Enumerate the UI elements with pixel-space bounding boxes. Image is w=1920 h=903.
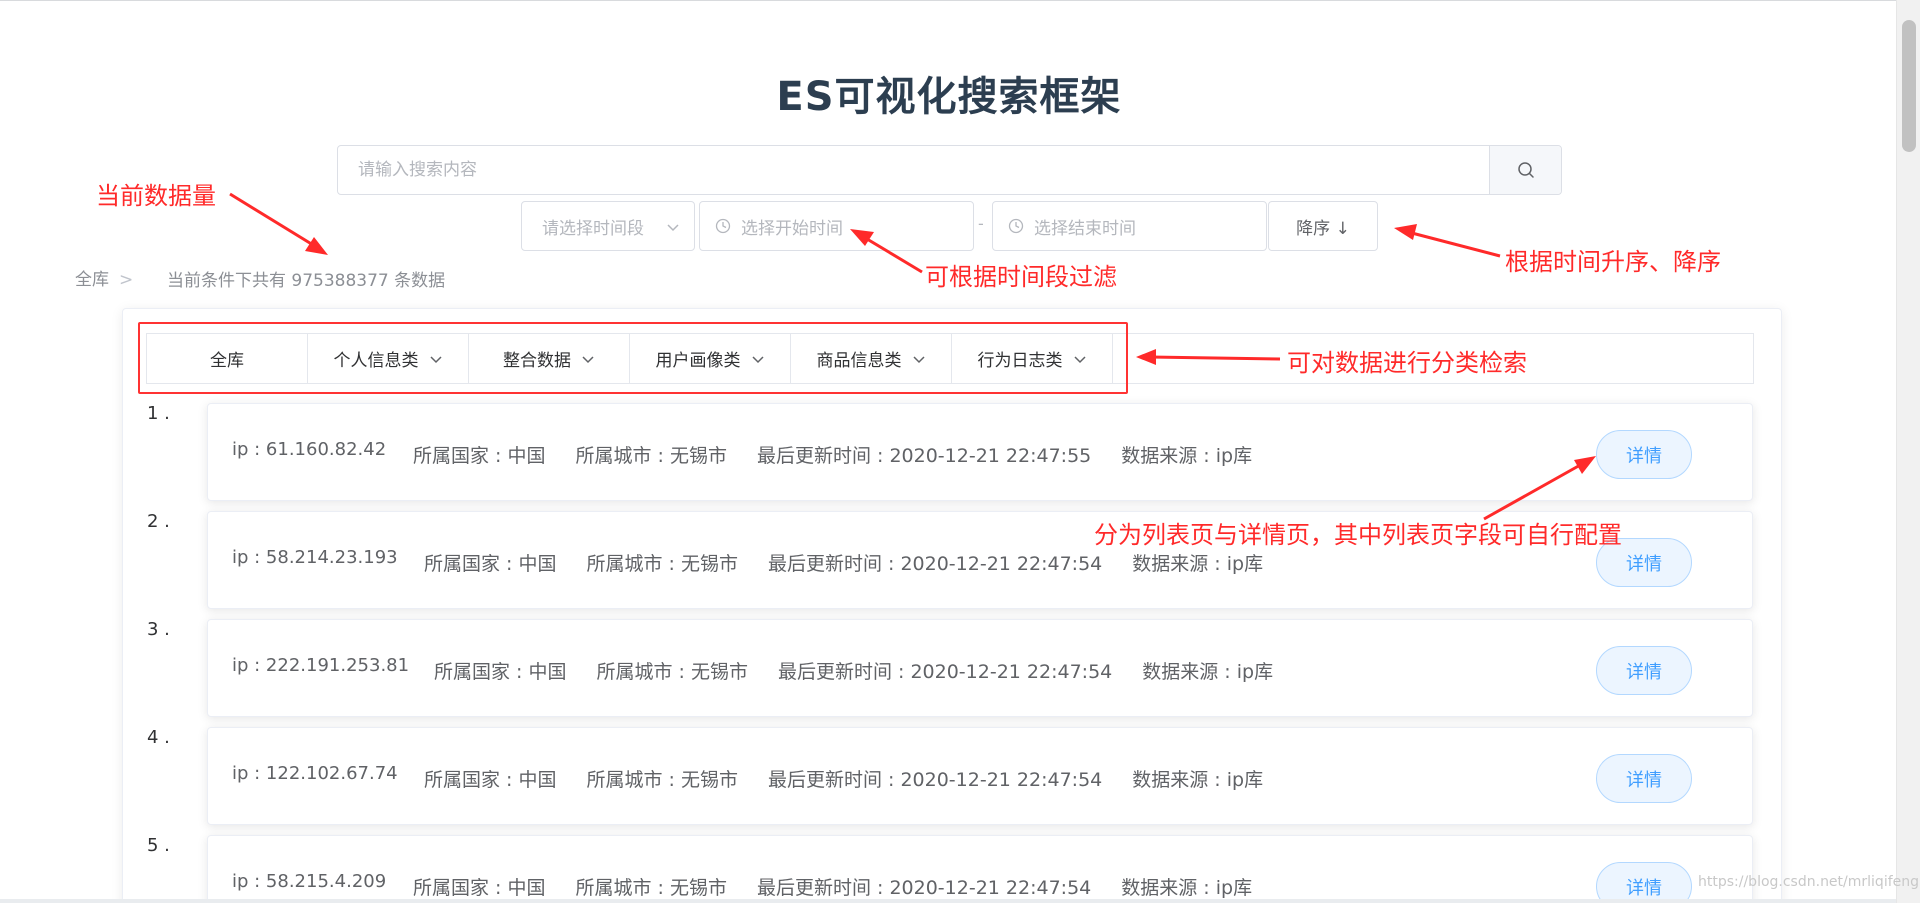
result-city: 所属城市 : 无锡市 — [575, 445, 727, 467]
detail-button[interactable]: 详情 — [1596, 646, 1692, 695]
result-index: 3 . — [147, 619, 170, 640]
result-country: 所属国家 : 中国 — [424, 553, 557, 575]
result-fields: 所属国家 : 中国 所属城市 : 无锡市 最后更新时间 : 2020-12-21 2… — [424, 765, 1293, 792]
page: ES可视化搜索框架 请选择时间段 选择开始时间 - 选择结束时间 降序 ↓ 全库… — [0, 0, 1920, 903]
result-city: 所属城市 : 无锡市 — [575, 877, 727, 899]
result-updated: 最后更新时间 : 2020-12-21 22:47:54 — [756, 877, 1092, 899]
result-index: 5 . — [147, 835, 170, 856]
start-time-placeholder: 选择开始时间 — [741, 218, 843, 239]
result-index: 2 . — [147, 511, 170, 532]
sort-order-button[interactable]: 降序 ↓ — [1268, 201, 1378, 251]
data-count-text: 当前条件下共有 975388377 条数据 — [167, 271, 446, 291]
category-highlight-box — [138, 322, 1128, 394]
result-index: 4 . — [147, 727, 170, 748]
result-source: 数据来源 : ip库 — [1121, 877, 1253, 899]
result-source: 数据来源 : ip库 — [1132, 553, 1264, 575]
result-ip: ip : 222.191.253.81 — [232, 655, 410, 676]
range-separator: - — [978, 214, 984, 233]
result-index: 1 . — [147, 403, 170, 424]
annotation-category-search: 可对数据进行分类检索 — [1287, 349, 1527, 377]
result-country: 所属国家 : 中国 — [424, 769, 557, 791]
result-ip: ip : 58.215.4.209 — [232, 871, 387, 892]
arrow-time-sort — [1407, 230, 1501, 258]
result-city: 所属城市 : 无锡市 — [586, 553, 738, 575]
time-period-placeholder: 请选择时间段 — [542, 218, 644, 239]
result-fields: 所属国家 : 中国 所属城市 : 无锡市 最后更新时间 : 2020-12-21 2… — [434, 657, 1303, 684]
result-card: ip : 122.102.67.74 所属国家 : 中国 所属城市 : 无锡市 最后… — [207, 727, 1753, 825]
top-divider — [0, 0, 1920, 1]
search-box — [337, 145, 1562, 195]
result-source: 数据来源 : ip库 — [1142, 661, 1274, 683]
annotation-time-filter: 可根据时间段过滤 — [925, 263, 1117, 291]
result-updated: 最后更新时间 : 2020-12-21 22:47:54 — [777, 661, 1113, 683]
detail-button[interactable]: 详情 — [1596, 754, 1692, 803]
arrow-head — [305, 237, 328, 255]
clock-icon — [715, 218, 731, 234]
search-input[interactable] — [338, 146, 1489, 194]
result-card: ip : 222.191.253.81 所属国家 : 中国 所属城市 : 无锡市 最… — [207, 619, 1753, 717]
annotation-time-sort: 根据时间升序、降序 — [1505, 248, 1721, 276]
result-ip: ip : 61.160.82.42 — [232, 439, 387, 460]
result-updated: 最后更新时间 : 2020-12-21 22:47:54 — [767, 553, 1103, 575]
watermark: https://blog.csdn.net/mrliqifeng — [1698, 874, 1920, 890]
result-updated: 最后更新时间 : 2020-12-21 22:47:55 — [756, 445, 1092, 467]
arrow-head — [1394, 224, 1417, 240]
end-time-picker[interactable]: 选择结束时间 — [992, 201, 1267, 251]
search-icon — [1517, 162, 1534, 178]
arrow-data-count — [229, 192, 319, 250]
result-ip: ip : 58.214.23.193 — [232, 547, 398, 568]
result-card: ip : 61.160.82.42 所属国家 : 中国 所属城市 : 无锡市 最后更… — [207, 403, 1753, 501]
detail-button[interactable]: 详情 — [1596, 430, 1692, 479]
bottom-divider — [0, 899, 1896, 903]
breadcrumb-root[interactable]: 全库 — [75, 270, 109, 290]
search-button[interactable] — [1489, 146, 1561, 194]
result-fields: 所属国家 : 中国 所属城市 : 无锡市 最后更新时间 : 2020-12-21 2… — [424, 549, 1293, 576]
start-time-picker[interactable]: 选择开始时间 — [699, 201, 974, 251]
result-country: 所属国家 : 中国 — [434, 661, 567, 683]
annotation-list-detail: 分为列表页与详情页，其中列表页字段可自行配置 — [1094, 521, 1622, 549]
time-period-select[interactable]: 请选择时间段 — [521, 201, 695, 251]
chevron-down-icon — [666, 219, 680, 239]
result-source: 数据来源 : ip库 — [1121, 445, 1253, 467]
result-fields: 所属国家 : 中国 所属城市 : 无锡市 最后更新时间 : 2020-12-21 2… — [413, 441, 1282, 468]
clock-icon — [1008, 218, 1024, 234]
result-country: 所属国家 : 中国 — [413, 877, 546, 899]
annotation-data-count: 当前数据量 — [96, 182, 216, 210]
result-card: ip : 58.215.4.209 所属国家 : 中国 所属城市 : 无锡市 最后更… — [207, 835, 1753, 903]
scrollbar-thumb[interactable] — [1902, 20, 1916, 152]
breadcrumb-separator: > — [119, 270, 134, 290]
result-ip: ip : 122.102.67.74 — [232, 763, 398, 784]
result-city: 所属城市 : 无锡市 — [596, 661, 748, 683]
page-scrollbar[interactable] — [1896, 0, 1920, 903]
end-time-placeholder: 选择结束时间 — [1034, 218, 1136, 239]
result-updated: 最后更新时间 : 2020-12-21 22:47:54 — [767, 769, 1103, 791]
detail-button[interactable]: 详情 — [1596, 862, 1692, 903]
result-city: 所属城市 : 无锡市 — [586, 769, 738, 791]
result-source: 数据来源 : ip库 — [1132, 769, 1264, 791]
result-fields: 所属国家 : 中国 所属城市 : 无锡市 最后更新时间 : 2020-12-21 2… — [413, 873, 1282, 900]
page-title: ES可视化搜索框架 — [776, 74, 1122, 120]
result-country: 所属国家 : 中国 — [413, 445, 546, 467]
breadcrumb: 全库 > — [75, 265, 147, 290]
